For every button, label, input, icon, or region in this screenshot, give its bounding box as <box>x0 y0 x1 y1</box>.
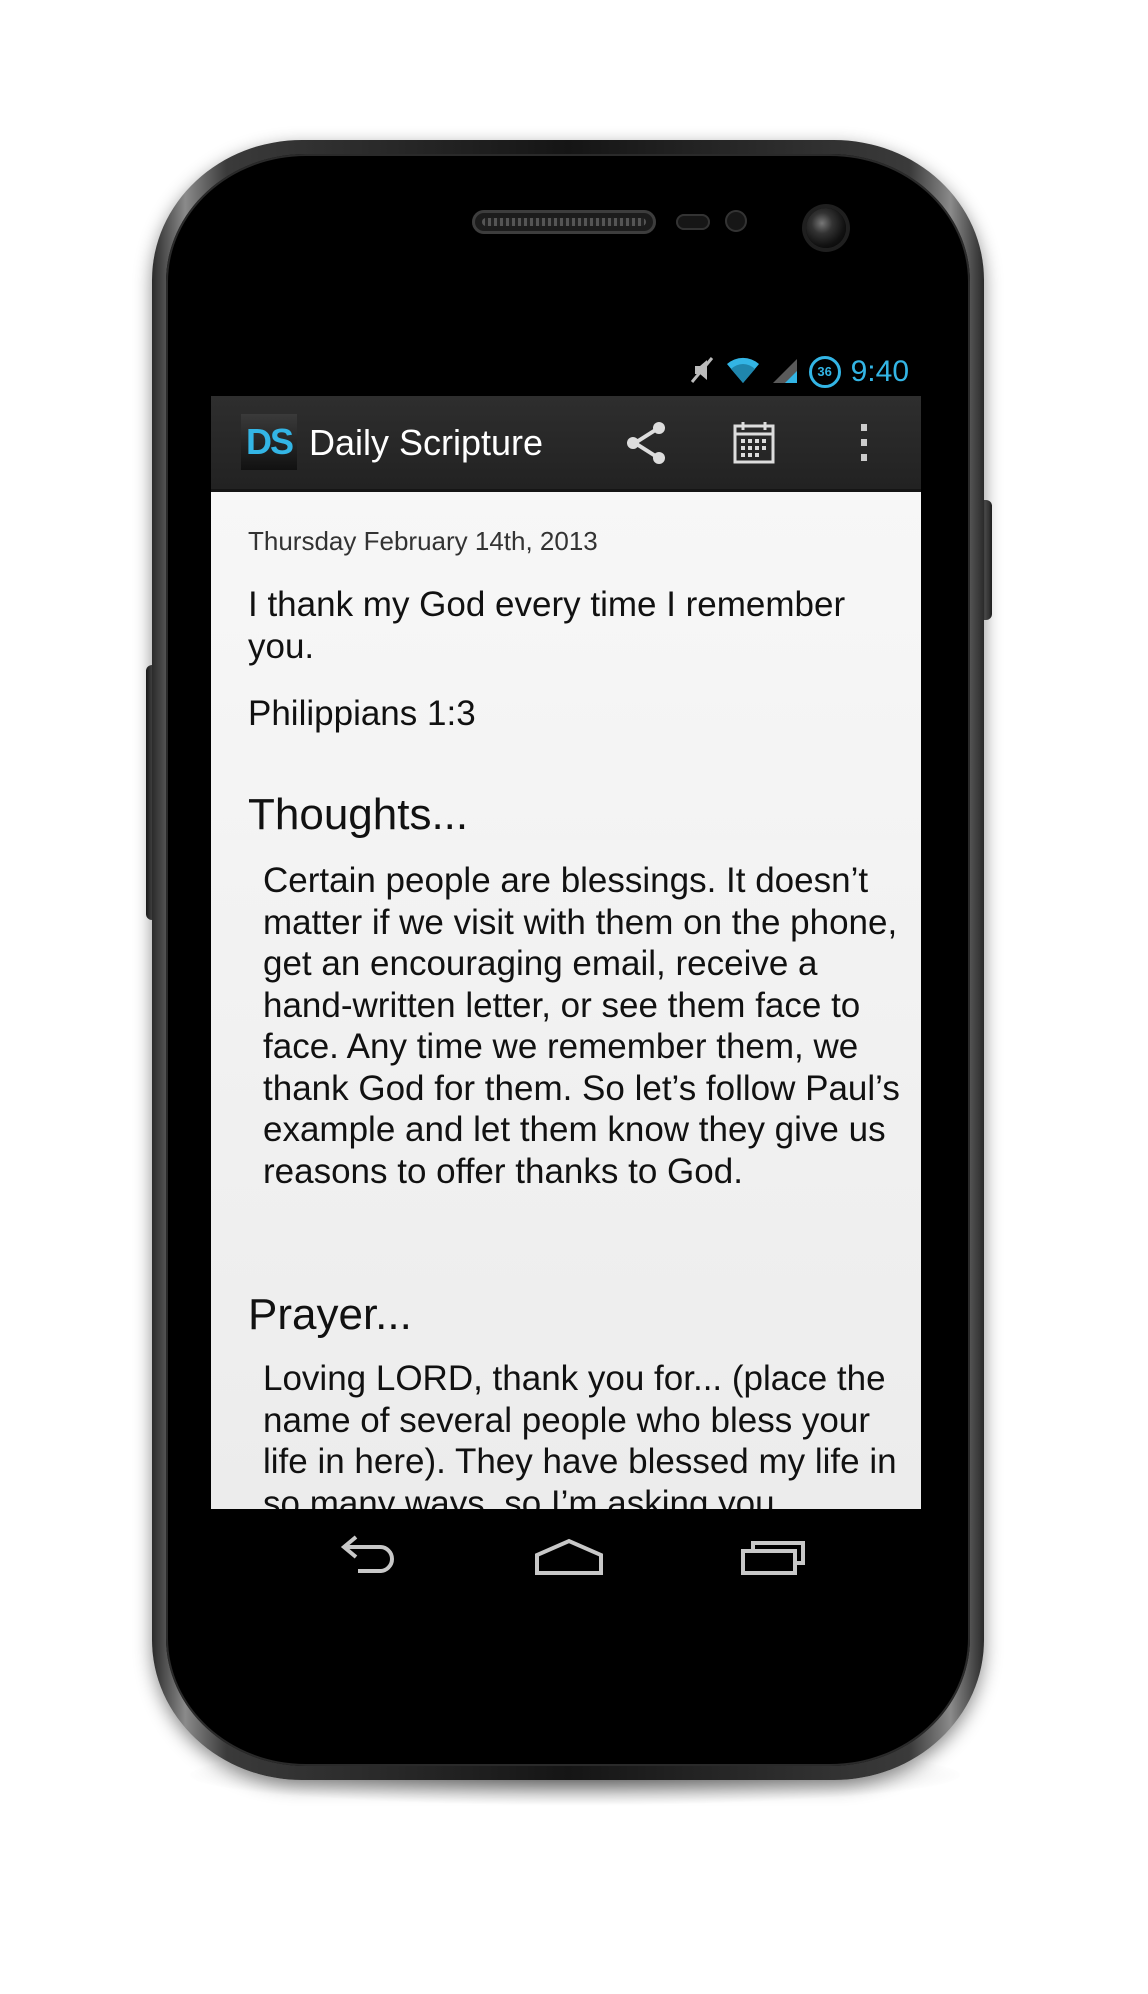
scripture-verse: I thank my God every time I remember you… <box>248 585 846 666</box>
phone-screen: 36 9:40 DS Daily Scripture Thursday Febr… <box>211 346 921 1605</box>
mute-icon <box>689 355 715 390</box>
badge-icon: 36 <box>808 356 841 388</box>
prayer-body: Loving LORD, thank you for... (place the… <box>263 1359 897 1509</box>
status-bar: 36 9:40 <box>211 346 921 396</box>
recent-apps-icon[interactable] <box>733 1529 813 1585</box>
share-icon[interactable] <box>621 418 671 468</box>
earpiece-speaker <box>472 210 656 234</box>
thoughts-body: Certain people are blessings. It doesn’t… <box>263 861 900 1191</box>
overflow-menu-icon[interactable] <box>839 418 889 468</box>
calendar-icon[interactable] <box>729 418 779 468</box>
wifi-icon <box>725 355 761 390</box>
proximity-sensor <box>676 214 710 230</box>
home-icon[interactable] <box>529 1529 609 1585</box>
action-bar: DS Daily Scripture <box>211 396 921 492</box>
status-time: 9:40 <box>850 355 909 388</box>
light-sensor <box>725 210 747 232</box>
front-camera <box>806 208 846 248</box>
prayer-heading: Prayer... <box>248 1290 412 1339</box>
thoughts-heading: Thoughts... <box>248 790 469 839</box>
navigation-bar <box>211 1509 921 1605</box>
app-logo[interactable]: DS <box>241 414 297 470</box>
app-title: Daily Scripture <box>309 422 544 463</box>
signal-icon <box>771 355 799 390</box>
status-icons: 36 9:40 <box>689 352 909 392</box>
scripture-content[interactable]: Thursday February 14th, 2013 I thank my … <box>211 492 921 1509</box>
scripture-reference: Philippians 1:3 <box>248 694 476 733</box>
back-icon[interactable] <box>326 1529 406 1585</box>
scripture-date: Thursday February 14th, 2013 <box>248 526 598 556</box>
